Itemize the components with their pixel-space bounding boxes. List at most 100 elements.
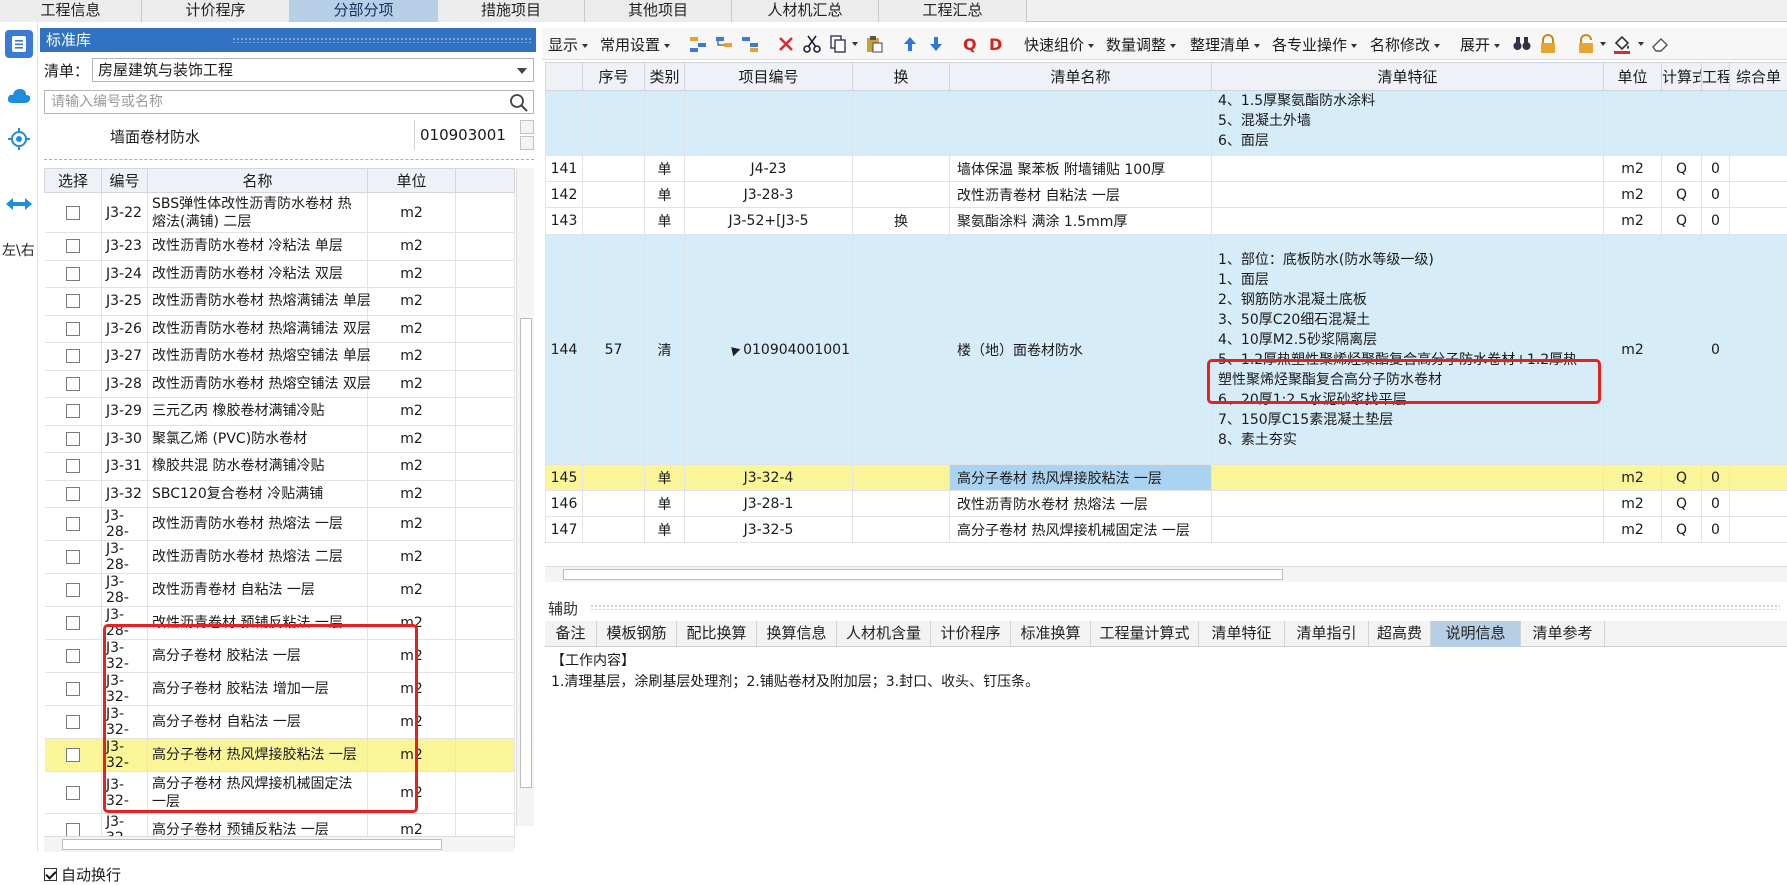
left-right-label[interactable]: 左\右 — [2, 240, 35, 260]
fill-color-icon[interactable] — [1612, 34, 1632, 54]
left-horizontal-scrollbar[interactable] — [44, 836, 514, 852]
left-vertical-scrollbar[interactable] — [516, 168, 534, 826]
copy-dropdown[interactable] — [848, 34, 858, 52]
table-row[interactable]: J3-28改性沥青防水卷材 热熔空铺法 双层m2 — [45, 370, 515, 398]
table-row[interactable]: J3-28-改性沥青卷材 预铺反粘法 一层m2 — [45, 607, 515, 640]
row-checkbox[interactable] — [66, 206, 80, 220]
aux-tab[interactable]: 模板钢筋 — [597, 621, 677, 647]
auto-wrap-checkbox[interactable] — [44, 868, 57, 881]
copy-icon[interactable] — [828, 34, 848, 54]
aux-tab[interactable]: 计价程序 — [931, 621, 1011, 647]
table-row[interactable]: J3-30聚氯乙烯 (PVC)防水卷材m2 — [45, 425, 515, 453]
row-code[interactable]: J3-28-3 — [685, 182, 853, 208]
row-checkbox[interactable] — [66, 459, 80, 473]
tab-project-summary[interactable]: 工程汇总 — [879, 0, 1027, 22]
search-icon[interactable] — [509, 93, 529, 113]
col-unit[interactable]: 单位 — [368, 169, 456, 193]
move-up-icon[interactable] — [900, 34, 920, 54]
row-checkbox[interactable] — [66, 294, 80, 308]
row-features[interactable] — [1212, 182, 1604, 208]
cut-icon[interactable] — [802, 34, 822, 54]
row-checkbox[interactable] — [66, 487, 80, 501]
fill-color-dropdown[interactable] — [1634, 34, 1644, 52]
col-quantity[interactable]: 工程 — [1702, 63, 1730, 91]
col-extra[interactable] — [456, 169, 515, 193]
table-row[interactable]: J3-32SBC120复合卷材 冷贴满铺m2 — [45, 480, 515, 508]
query-d-icon[interactable]: D — [986, 34, 1006, 54]
tab-pricing-program[interactable]: 计价程序 — [142, 0, 290, 22]
tab-project-info[interactable]: 工程信息 — [0, 0, 142, 22]
table-row[interactable]: J3-28-改性沥青卷材 自粘法 一层m2 — [45, 574, 515, 607]
row-bill-name[interactable]: 楼（地）面卷材防水 — [950, 235, 1212, 465]
tab-labor-material-summary[interactable]: 人材机汇总 — [732, 0, 879, 22]
col-row-number[interactable] — [546, 63, 583, 91]
scroll-down-icon[interactable] — [520, 136, 534, 150]
table-row[interactable]: J3-32-高分子卷材 胶粘法 一层m2 — [45, 640, 515, 673]
category-row[interactable]: 墙面卷材防水 010903001 — [44, 120, 534, 160]
list-dropdown[interactable]: 房屋建筑与装饰工程 — [92, 58, 534, 82]
row-checkbox[interactable] — [66, 404, 80, 418]
table-row[interactable]: J3-28-改性沥青防水卷材 热熔法 一层m2 — [45, 508, 515, 541]
insert-child-icon[interactable] — [714, 34, 734, 54]
col-bill-name[interactable]: 清单名称 — [950, 63, 1212, 91]
scroll-up-icon[interactable] — [520, 120, 534, 134]
collapse-triangle-icon[interactable] — [728, 343, 741, 356]
table-row[interactable]: 14457清010904001001楼（地）面卷材防水1、部位：底板防水(防水等… — [546, 235, 1787, 465]
table-row[interactable]: 145单J3-32-4高分子卷材 热风焊接胶粘法 一层m2Q0 — [546, 465, 1787, 491]
col-swap[interactable]: 换 — [853, 63, 950, 91]
table-row[interactable]: 141单J4-23墙体保温 聚苯板 附墙铺贴 100厚m2Q0 — [546, 156, 1787, 182]
table-row[interactable]: J3-32-高分子卷材 胶粘法 增加一层m2 — [45, 673, 515, 706]
row-checkbox[interactable] — [66, 715, 80, 729]
aux-tab[interactable]: 清单特征 — [1199, 621, 1285, 647]
row-code[interactable]: J4-23 — [685, 156, 853, 182]
row-bill-name[interactable]: 改性沥青卷材 自粘法 一层 — [950, 182, 1212, 208]
aux-tab[interactable]: 配比换算 — [677, 621, 757, 647]
row-checkbox[interactable] — [66, 432, 80, 446]
tab-measures[interactable]: 措施项目 — [438, 0, 585, 22]
delete-icon[interactable] — [776, 34, 796, 54]
expand-menu[interactable]: 展开 — [1460, 34, 1500, 55]
row-checkbox[interactable] — [66, 748, 80, 762]
aux-tab[interactable]: 备注 — [545, 621, 597, 647]
organize-list-menu[interactable]: 整理清单 — [1190, 34, 1260, 55]
aux-tab[interactable]: 清单指引 — [1285, 621, 1369, 647]
aux-tab[interactable]: 工程量计算式 — [1091, 621, 1199, 647]
cloud-icon[interactable] — [5, 82, 33, 110]
row-features[interactable] — [1212, 156, 1604, 182]
aux-tab[interactable]: 换算信息 — [757, 621, 837, 647]
col-bill-features[interactable]: 清单特征 — [1212, 63, 1604, 91]
row-code[interactable]: 010904001001 — [685, 235, 853, 465]
common-settings-menu[interactable]: 常用设置 — [600, 34, 670, 55]
row-code[interactable]: J3-28-1 — [685, 491, 853, 517]
col-unit-price[interactable]: 综合单 — [1730, 63, 1787, 91]
tab-sub-items[interactable]: 分部分项 — [290, 0, 438, 22]
table-row[interactable]: J3-32-高分子卷材 自粘法 一层m2 — [45, 706, 515, 739]
row-checkbox[interactable] — [66, 786, 80, 800]
row-features[interactable] — [1212, 517, 1604, 543]
table-row[interactable]: 142单J3-28-3改性沥青卷材 自粘法 一层m2Q0 — [546, 182, 1787, 208]
row-features[interactable]: 1、部位：底板防水(防水等级一级)1、面层2、钢筋防水混凝土底板3、50厚C20… — [1212, 235, 1604, 465]
col-name[interactable]: 名称 — [148, 169, 368, 193]
row-bill-name[interactable]: 聚氨酯涂料 满涂 1.5mm厚 — [950, 208, 1212, 235]
aux-tab[interactable]: 标准换算 — [1011, 621, 1091, 647]
row-checkbox[interactable] — [66, 349, 80, 363]
row-checkbox[interactable] — [66, 239, 80, 253]
specialty-ops-menu[interactable]: 各专业操作 — [1272, 34, 1357, 55]
insert-above-icon[interactable] — [688, 34, 708, 54]
col-unit[interactable]: 单位 — [1604, 63, 1662, 91]
table-row[interactable]: 143单J3-52+[J3-5换聚氨酯涂料 满涂 1.5mm厚m2Q0 — [546, 208, 1787, 235]
table-row[interactable]: J3-24改性沥青防水卷材 冷粘法 双层m2 — [45, 260, 515, 288]
table-row[interactable]: J3-25改性沥青防水卷材 热熔满铺法 单层m2 — [45, 288, 515, 316]
aux-tab[interactable]: 说明信息 — [1431, 621, 1521, 647]
table-row[interactable]: J3-32-高分子卷材 热风焊接机械固定法 一层m2 — [45, 772, 515, 814]
aux-tab[interactable]: 超高费 — [1369, 621, 1431, 647]
display-menu[interactable]: 显示 — [548, 34, 588, 55]
table-row[interactable]: J3-22SBS弹性体改性沥青防水卷材 热熔法(满铺) 二层m2 — [45, 193, 515, 233]
locate-icon[interactable] — [5, 125, 33, 153]
row-bill-name[interactable]: 高分子卷材 热风焊接胶粘法 一层 — [950, 465, 1212, 491]
table-row[interactable]: J3-28-改性沥青防水卷材 热熔法 二层m2 — [45, 541, 515, 574]
scroll-thumb[interactable] — [62, 839, 442, 850]
insert-sub-icon[interactable] — [740, 34, 760, 54]
row-checkbox[interactable] — [66, 550, 80, 564]
right-horizontal-scrollbar[interactable] — [545, 566, 1787, 582]
